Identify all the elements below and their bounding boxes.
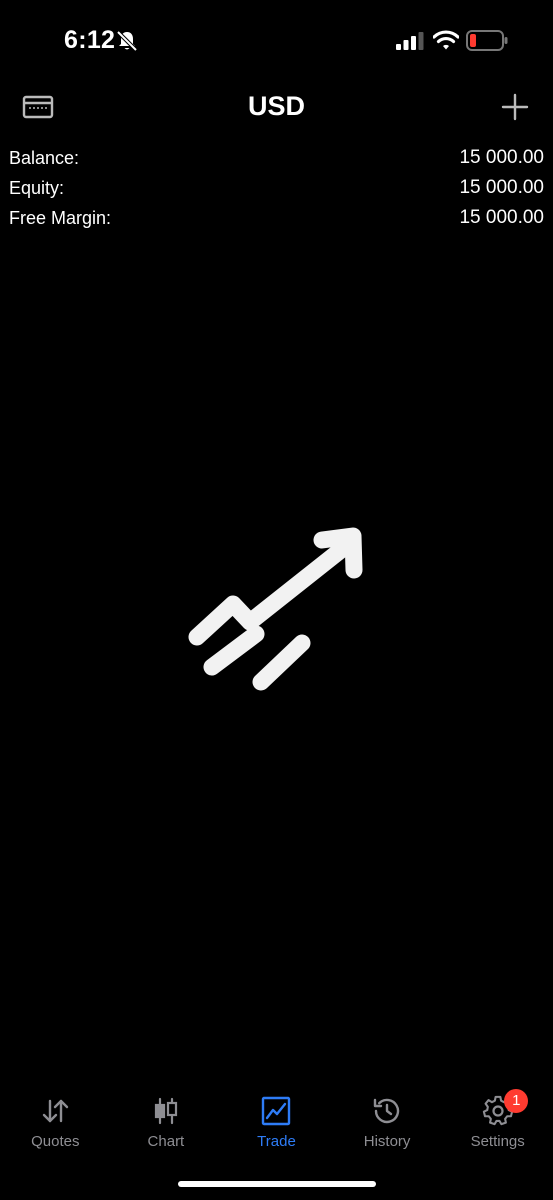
- page-title: USD: [247, 91, 305, 121]
- status-time: 6:12: [64, 26, 116, 54]
- balance-label: Balance:: [9, 148, 80, 168]
- candlestick-icon: [154, 1097, 177, 1125]
- home-indicator: [178, 1181, 376, 1187]
- quotes-arrows-icon: [43, 1099, 69, 1123]
- add-icon[interactable]: [500, 92, 530, 122]
- equity-label: Equity:: [9, 178, 65, 198]
- account-summary: Balance: 15 000.00 Equity: 15 000.00 Fre…: [9, 145, 544, 235]
- balance-row: Balance: 15 000.00: [9, 145, 544, 175]
- tab-chart-label: Chart: [147, 1133, 185, 1150]
- trade-chart-icon: [262, 1096, 291, 1126]
- free-margin-label: Free Margin:: [9, 208, 112, 228]
- free-margin-value: 15 000.00: [459, 207, 544, 228]
- tab-quotes-label: Quotes: [31, 1133, 80, 1150]
- tab-settings[interactable]: Settings 1: [442, 1085, 553, 1160]
- header: USD: [0, 80, 553, 135]
- equity-value: 15 000.00: [459, 177, 544, 198]
- status-bar: 6:12: [0, 0, 553, 80]
- tab-trade[interactable]: Trade: [221, 1085, 332, 1160]
- tab-history-label: History: [363, 1133, 411, 1150]
- tab-chart[interactable]: Chart: [111, 1085, 222, 1160]
- tab-bar: Quotes Chart Trade History Settings 1: [0, 1085, 553, 1160]
- screen: 6:12 USD Balance: 15 000.00 Equity: 15 0…: [0, 0, 553, 1200]
- tab-trade-label: Trade: [257, 1133, 296, 1150]
- battery-low-icon: [466, 30, 508, 51]
- signal-icon: [396, 32, 424, 50]
- tab-history[interactable]: History: [332, 1085, 443, 1160]
- wifi-icon: [433, 30, 459, 50]
- trade-trend-icon: [188, 527, 363, 691]
- history-clock-icon: [373, 1098, 400, 1124]
- equity-row: Equity: 15 000.00: [9, 175, 544, 205]
- balance-value: 15 000.00: [459, 147, 544, 168]
- bell-slash-icon: [116, 30, 138, 52]
- free-margin-row: Free Margin: 15 000.00: [9, 205, 544, 235]
- tab-settings-label: Settings: [470, 1133, 525, 1150]
- notification-badge: 1: [504, 1089, 529, 1113]
- tab-quotes[interactable]: Quotes: [0, 1085, 111, 1160]
